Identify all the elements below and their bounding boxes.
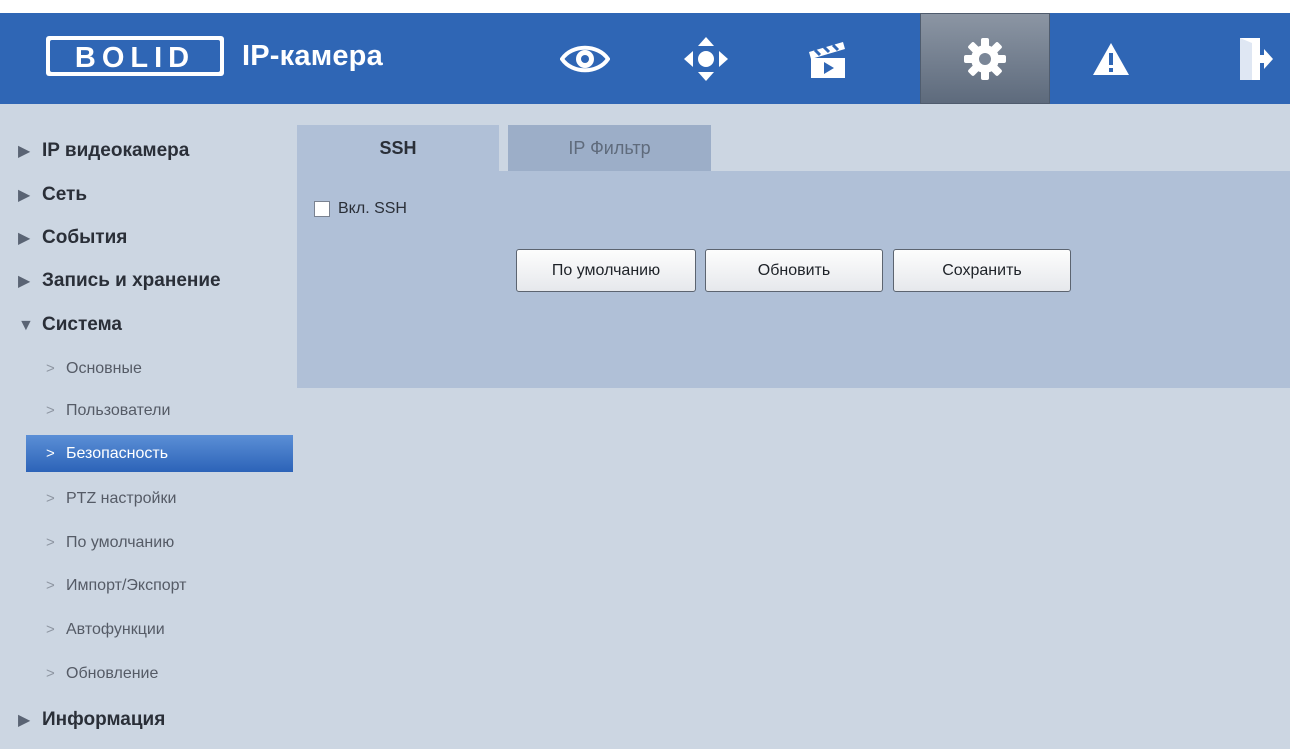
bolid-logo: BOLID	[46, 36, 224, 76]
chevron-right-icon: >	[46, 445, 55, 462]
nav-ptz[interactable]	[660, 13, 752, 104]
sidebar-item-ptz-settings[interactable]: > PTZ настройки	[26, 480, 293, 517]
tab-ssh[interactable]: SSH	[297, 125, 499, 171]
tab-ip-filter[interactable]: IP Фильтр	[508, 125, 711, 171]
ssh-enable-checkbox[interactable]	[314, 201, 330, 217]
sidebar-item-update[interactable]: > Обновление	[26, 655, 293, 692]
eye-icon	[560, 45, 610, 72]
default-button[interactable]: По умолчанию	[516, 249, 696, 292]
nav-playback[interactable]	[781, 13, 873, 104]
ssh-enable-row: Вкл. SSH	[314, 197, 407, 221]
nav-alarm[interactable]	[1065, 13, 1157, 104]
sidebar-item-security[interactable]: > Безопасность	[26, 435, 293, 472]
clapperboard-icon	[809, 41, 845, 78]
expand-arrow-icon: ▶	[18, 143, 31, 160]
ptz-icon	[684, 36, 728, 81]
main-content: SSH IP Фильтр Вкл. SSH По умолчанию Обно…	[297, 104, 1290, 749]
gear-icon	[964, 37, 1006, 80]
sidebar-item-users[interactable]: > Пользователи	[26, 392, 293, 429]
warning-icon	[1093, 42, 1129, 75]
sidebar-category-camera[interactable]: ▶ IP видеокамера	[18, 136, 189, 166]
chevron-right-icon: >	[46, 534, 55, 551]
logout-icon	[1240, 37, 1273, 80]
sidebar-category-system[interactable]: ▼ Система	[18, 310, 122, 340]
collapse-arrow-icon: ▼	[18, 317, 34, 334]
nav-live-view[interactable]	[539, 13, 631, 104]
chevron-right-icon: >	[46, 490, 55, 507]
sidebar-category-events[interactable]: ▶ События	[18, 223, 127, 253]
chevron-right-icon: >	[46, 402, 55, 419]
sidebar-item-import-export[interactable]: > Импорт/Экспорт	[26, 567, 293, 604]
sidebar-item-auto-functions[interactable]: > Автофункции	[26, 611, 293, 648]
chevron-right-icon: >	[46, 621, 55, 638]
app-title: IP-камера	[242, 40, 383, 72]
sidebar-item-defaults[interactable]: > По умолчанию	[26, 524, 293, 561]
nav-logout[interactable]	[1218, 13, 1290, 104]
refresh-button[interactable]: Обновить	[705, 249, 883, 292]
chevron-right-icon: >	[46, 577, 55, 594]
sidebar: ▶ IP видеокамера ▶ Сеть ▶ События ▶ Запись и…	[0, 104, 296, 749]
ssh-enable-label[interactable]: Вкл. SSH	[338, 200, 407, 218]
top-bar: BOLID IP-камера	[0, 13, 1290, 104]
sidebar-category-info[interactable]: ▶ Информация	[18, 705, 165, 735]
save-button[interactable]: Сохранить	[893, 249, 1071, 292]
ssh-panel: Вкл. SSH По умолчанию Обновить Сохранить	[297, 171, 1290, 388]
logo-text: BOLID	[75, 42, 195, 74]
nav-settings[interactable]	[920, 13, 1050, 104]
expand-arrow-icon: ▶	[18, 230, 31, 247]
sidebar-category-network[interactable]: ▶ Сеть	[18, 180, 87, 210]
chevron-right-icon: >	[46, 665, 55, 682]
expand-arrow-icon: ▶	[18, 273, 31, 290]
chevron-right-icon: >	[46, 360, 55, 377]
expand-arrow-icon: ▶	[18, 187, 31, 204]
sidebar-category-storage[interactable]: ▶ Запись и хранение	[18, 266, 221, 296]
sidebar-item-general[interactable]: > Основные	[26, 350, 293, 387]
expand-arrow-icon: ▶	[18, 712, 31, 729]
page-body: ▶ IP видеокамера ▶ Сеть ▶ События ▶ Запись и…	[0, 104, 1290, 749]
